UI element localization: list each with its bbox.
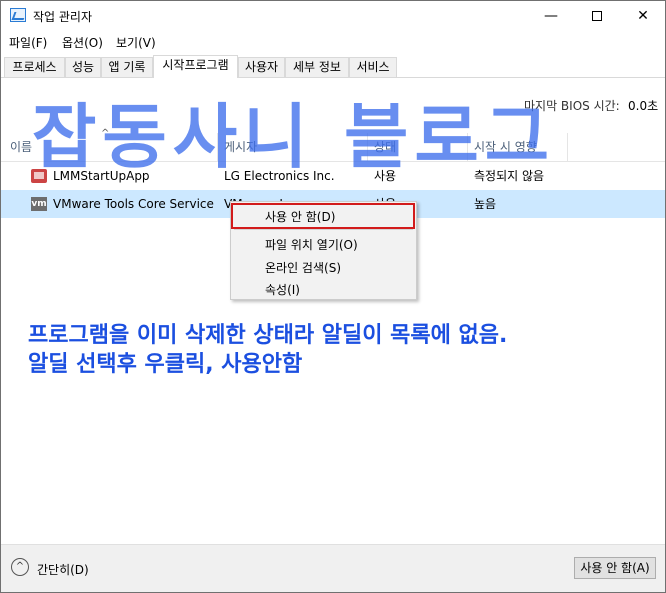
bios-time-value: 0.0초 <box>628 99 659 113</box>
menu-options[interactable]: 옵션(O) <box>62 34 103 51</box>
maximize-button[interactable] <box>574 1 620 31</box>
task-manager-window: 작업 관리자 — ✕ 파일(F) 옵션(O) 보기(V) 프로세스 성능 앱 기… <box>0 0 666 593</box>
row-startup-impact: 높음 <box>474 197 497 211</box>
minimize-icon: — <box>544 8 558 24</box>
close-button[interactable]: ✕ <box>620 1 666 31</box>
footer-bar: ^ 간단히(D) 사용 안 함(A) <box>1 545 665 592</box>
close-icon: ✕ <box>637 8 649 24</box>
annotation-line-2: 알딜 선택후 우클릭, 사용안함 <box>28 352 303 377</box>
maximize-icon <box>592 11 602 21</box>
blog-watermark: 잡동사니 블로그 <box>32 96 556 178</box>
menu-bar: 파일(F) 옵션(O) 보기(V) <box>1 32 665 52</box>
menu-view[interactable]: 보기(V) <box>116 34 156 51</box>
disable-button[interactable]: 사용 안 함(A) <box>574 557 656 579</box>
context-disable[interactable]: 사용 안 함(D) <box>265 208 335 225</box>
fewer-details-link[interactable]: 간단히(D) <box>37 561 89 578</box>
column-separator[interactable] <box>567 133 568 161</box>
tab-strip: 프로세스 성능 앱 기록 시작프로그램 사용자 세부 정보 서비스 <box>4 55 664 78</box>
collapse-chevron-up-icon[interactable]: ^ <box>11 558 29 576</box>
task-manager-icon <box>10 8 26 22</box>
tab-performance[interactable]: 성능 <box>65 57 101 77</box>
window-title: 작업 관리자 <box>33 10 93 24</box>
context-search-online[interactable]: 온라인 검색(S) <box>265 259 341 276</box>
vmware-icon: vm <box>31 197 47 211</box>
tab-app-history[interactable]: 앱 기록 <box>101 57 153 77</box>
minimize-button[interactable]: — <box>528 1 574 31</box>
title-bar: 작업 관리자 — ✕ <box>1 1 665 31</box>
tab-processes[interactable]: 프로세스 <box>4 57 65 77</box>
annotation-line-1: 프로그램을 이미 삭제한 상태라 알딜이 목록에 없음. <box>28 323 508 348</box>
row-name: VMware Tools Core Service <box>53 197 214 211</box>
tab-services[interactable]: 서비스 <box>349 57 397 77</box>
context-properties[interactable]: 속성(I) <box>265 281 300 298</box>
tab-details[interactable]: 세부 정보 <box>285 57 349 77</box>
context-menu: 사용 안 함(D) 파일 위치 열기(O) 온라인 검색(S) 속성(I) <box>230 201 417 300</box>
context-open-file-location[interactable]: 파일 위치 열기(O) <box>265 236 358 253</box>
tab-users[interactable]: 사용자 <box>238 57 285 77</box>
menu-file[interactable]: 파일(F) <box>9 34 47 51</box>
tab-startup[interactable]: 시작프로그램 <box>153 55 238 78</box>
context-separator <box>234 229 413 230</box>
tab-divider <box>1 77 665 78</box>
